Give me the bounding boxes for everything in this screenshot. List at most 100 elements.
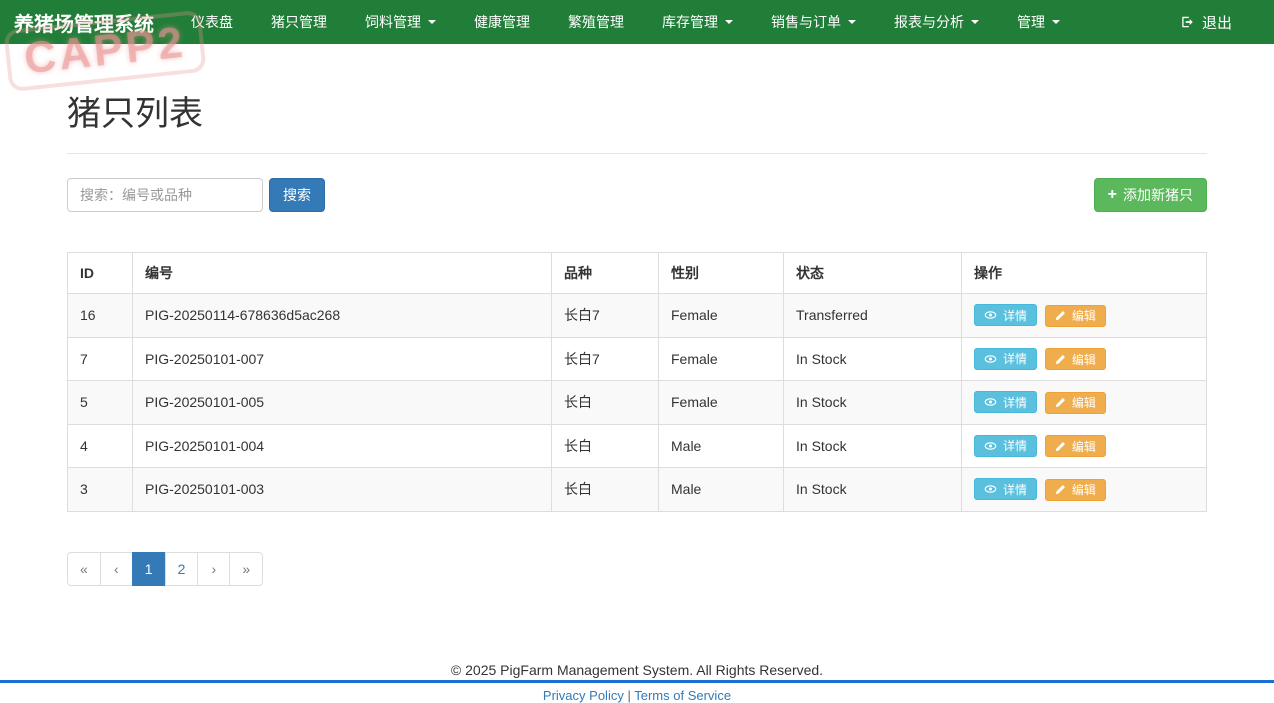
pencil-icon <box>1055 397 1066 408</box>
logout-label: 退出 <box>1202 12 1232 33</box>
eye-icon <box>984 440 997 452</box>
edit-button[interactable]: 编辑 <box>1045 305 1106 327</box>
eye-icon <box>984 396 997 408</box>
search-button[interactable]: 搜索 <box>269 178 325 212</box>
detail-button[interactable]: 详情 <box>974 478 1037 500</box>
edit-button[interactable]: 编辑 <box>1045 392 1106 414</box>
nav-item-sales-orders[interactable]: 销售与订单 <box>752 0 875 44</box>
nav-label: 报表与分析 <box>894 12 964 32</box>
pagination-prev[interactable]: ‹ <box>100 552 133 586</box>
top-navbar: 养猪场管理系统 仪表盘 猪只管理 饲料管理 健康管理 繁殖管理 库存管理 销售与… <box>0 0 1274 44</box>
pencil-icon <box>1055 354 1066 365</box>
header-breed: 品种 <box>552 253 659 294</box>
table-row: 4 PIG-20250101-004 长白 Male In Stock 详情 编… <box>68 424 1207 468</box>
cell-actions: 详情 编辑 <box>962 381 1207 425</box>
detail-label: 详情 <box>1003 481 1027 498</box>
cell-code: PIG-20250101-007 <box>133 337 552 381</box>
cell-id: 16 <box>68 294 133 338</box>
nav-label: 猪只管理 <box>271 12 327 32</box>
table-row: 5 PIG-20250101-005 长白 Female In Stock 详情… <box>68 381 1207 425</box>
nav-label: 库存管理 <box>662 12 718 32</box>
cell-sex: Female <box>659 381 784 425</box>
pagination-next[interactable]: › <box>197 552 230 586</box>
logout-button[interactable]: 退出 <box>1180 12 1232 33</box>
cell-sex: Male <box>659 468 784 512</box>
edit-label: 编辑 <box>1072 307 1096 324</box>
nav-label: 健康管理 <box>474 12 530 32</box>
cell-breed: 长白7 <box>552 337 659 381</box>
cell-code: PIG-20250101-004 <box>133 424 552 468</box>
edit-label: 编辑 <box>1072 394 1096 411</box>
cell-actions: 详情 编辑 <box>962 424 1207 468</box>
detail-button[interactable]: 详情 <box>974 348 1037 370</box>
cell-status: Transferred <box>784 294 962 338</box>
eye-icon <box>984 309 997 321</box>
nav-label: 繁殖管理 <box>568 12 624 32</box>
terms-link[interactable]: Terms of Service <box>634 688 731 703</box>
cell-status: In Stock <box>784 468 962 512</box>
pencil-icon <box>1055 310 1066 321</box>
cell-breed: 长白 <box>552 468 659 512</box>
pencil-icon <box>1055 441 1066 452</box>
cell-breed: 长白7 <box>552 294 659 338</box>
edit-label: 编辑 <box>1072 438 1096 455</box>
brand-title[interactable]: 养猪场管理系统 <box>14 8 154 37</box>
privacy-policy-link[interactable]: Privacy Policy <box>543 688 624 703</box>
header-status: 状态 <box>784 253 962 294</box>
header-sex: 性别 <box>659 253 784 294</box>
add-pig-button[interactable]: + 添加新猪只 <box>1094 178 1207 212</box>
cell-code: PIG-20250101-003 <box>133 468 552 512</box>
pagination-page-1[interactable]: 1 <box>132 552 166 586</box>
edit-button[interactable]: 编辑 <box>1045 435 1106 457</box>
header-actions: 操作 <box>962 253 1207 294</box>
table-head: ID 编号 品种 性别 状态 操作 <box>68 253 1207 294</box>
edit-label: 编辑 <box>1072 351 1096 368</box>
pagination-last[interactable]: » <box>229 552 263 586</box>
search-button-label: 搜索 <box>283 185 311 205</box>
eye-icon <box>984 353 997 365</box>
cell-status: In Stock <box>784 337 962 381</box>
cell-id: 7 <box>68 337 133 381</box>
detail-label: 详情 <box>1003 350 1027 367</box>
nav-item-breeding-management[interactable]: 繁殖管理 <box>549 0 643 44</box>
pagination-first[interactable]: « <box>67 552 101 586</box>
nav-item-inventory-management[interactable]: 库存管理 <box>643 0 752 44</box>
link-separator: | <box>627 688 630 703</box>
search-input[interactable] <box>67 178 263 212</box>
header-row: ID 编号 品种 性别 状态 操作 <box>68 253 1207 294</box>
nav-item-feed-management[interactable]: 饲料管理 <box>346 0 455 44</box>
footer-links: Privacy Policy | Terms of Service <box>67 688 1207 703</box>
detail-label: 详情 <box>1003 307 1027 324</box>
chevron-down-icon <box>848 20 856 24</box>
chevron-down-icon <box>428 20 436 24</box>
title-divider <box>67 153 1207 154</box>
pagination-page-2[interactable]: 2 <box>165 552 199 586</box>
toolbar: 搜索 + 添加新猪只 <box>67 178 1207 212</box>
nav-item-pig-management[interactable]: 猪只管理 <box>252 0 346 44</box>
cell-sex: Male <box>659 424 784 468</box>
main-nav: 仪表盘 猪只管理 饲料管理 健康管理 繁殖管理 库存管理 销售与订单 报表与分析… <box>172 0 1079 44</box>
nav-item-dashboard[interactable]: 仪表盘 <box>172 0 252 44</box>
detail-button[interactable]: 详情 <box>974 435 1037 457</box>
main-content: 猪只列表 搜索 + 添加新猪只 ID 编号 品种 性别 状态 操作 <box>67 86 1207 703</box>
cell-breed: 长白 <box>552 424 659 468</box>
nav-label: 仪表盘 <box>191 12 233 32</box>
detail-label: 详情 <box>1003 437 1027 454</box>
detail-label: 详情 <box>1003 394 1027 411</box>
detail-button[interactable]: 详情 <box>974 391 1037 413</box>
edit-button[interactable]: 编辑 <box>1045 348 1106 370</box>
cell-id: 3 <box>68 468 133 512</box>
detail-button[interactable]: 详情 <box>974 304 1037 326</box>
pig-table: ID 编号 品种 性别 状态 操作 16 PIG-20250114-678636… <box>67 252 1207 512</box>
eye-icon <box>984 483 997 495</box>
cell-id: 4 <box>68 424 133 468</box>
cell-actions: 详情 编辑 <box>962 294 1207 338</box>
chevron-down-icon <box>971 20 979 24</box>
cell-actions: 详情 编辑 <box>962 337 1207 381</box>
edit-button[interactable]: 编辑 <box>1045 479 1106 501</box>
nav-item-reports-analysis[interactable]: 报表与分析 <box>875 0 998 44</box>
nav-label: 饲料管理 <box>365 12 421 32</box>
cell-code: PIG-20250114-678636d5ac268 <box>133 294 552 338</box>
nav-item-admin[interactable]: 管理 <box>998 0 1079 44</box>
nav-item-health-management[interactable]: 健康管理 <box>455 0 549 44</box>
